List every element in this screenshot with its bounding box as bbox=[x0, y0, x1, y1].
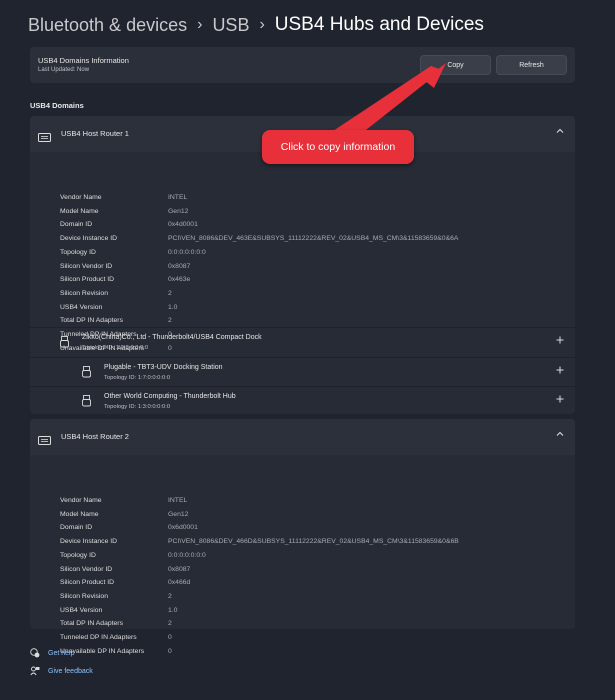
usb-device-icon bbox=[60, 335, 69, 353]
property-value: INTEL bbox=[168, 194, 188, 201]
property-value: PCI\VEN_8086&DEV_466D&SUBSYS_11112222&RE… bbox=[168, 538, 459, 546]
child-device-topology: Topology ID: 1:0:0:0:0:0:0 bbox=[82, 345, 149, 351]
help-icon bbox=[30, 648, 40, 658]
property-value: 0 bbox=[168, 647, 172, 655]
give-feedback-link[interactable]: Give feedback bbox=[30, 666, 93, 676]
child-device-row[interactable]: Other World Computing - Thunderbolt Hub T… bbox=[30, 386, 575, 415]
property-key: Topology ID bbox=[60, 248, 96, 256]
router-card: USB4 Host Router 2 Vendor Name INTEL Model… bbox=[30, 419, 575, 655]
breadcrumb: Bluetooth & devices › USB › USB4 Hubs an… bbox=[28, 14, 484, 36]
property-key: Silicon Revision bbox=[60, 592, 108, 600]
property-value: 1.0 bbox=[168, 606, 178, 614]
property-key: Model Name bbox=[60, 207, 99, 215]
property-value: 2 bbox=[168, 620, 172, 628]
property-key: Silicon Vendor ID bbox=[60, 565, 113, 573]
property-value: 0x463e bbox=[168, 276, 191, 284]
property-key: Domain ID bbox=[60, 221, 93, 229]
usb-device-icon bbox=[82, 365, 91, 383]
property-value: 0x6d0001 bbox=[168, 524, 198, 532]
breadcrumb-usb[interactable]: USB bbox=[212, 15, 249, 36]
router-header[interactable]: USB4 Host Router 2 bbox=[30, 419, 575, 455]
breadcrumb-separator: › bbox=[259, 16, 265, 33]
chevron-up-icon[interactable] bbox=[555, 126, 565, 139]
child-device-topology: Topology ID: 1:3:0:0:0:0:0 bbox=[104, 404, 171, 410]
property-value: 0x8087 bbox=[168, 565, 191, 573]
last-updated: Last Updated: Now bbox=[38, 67, 90, 73]
get-help-label: Get help bbox=[48, 649, 75, 657]
host-router-icon bbox=[38, 129, 51, 147]
child-device-name: Other World Computing - Thunderbolt Hub bbox=[104, 393, 236, 400]
property-key: USB4 Version bbox=[60, 303, 103, 311]
property-key: Domain ID bbox=[60, 524, 93, 532]
plus-icon[interactable] bbox=[555, 394, 565, 407]
property-value: 0:0:0:0:0:0:0 bbox=[168, 551, 206, 559]
domains-info-card: USB4 Domains Information Last Updated: N… bbox=[30, 47, 575, 83]
property-value: 2 bbox=[168, 289, 172, 297]
property-key: Model Name bbox=[60, 510, 99, 518]
usb-device-icon bbox=[82, 394, 91, 412]
child-device-name: Plugable - TBT3-UDV Docking Station bbox=[104, 364, 223, 371]
router-name: USB4 Host Router 1 bbox=[61, 129, 129, 138]
host-router-icon bbox=[38, 432, 51, 450]
info-title: USB4 Domains Information bbox=[38, 56, 129, 65]
property-key: Tunneled DP IN Adapters bbox=[60, 634, 137, 641]
property-key: Silicon Product ID bbox=[60, 276, 115, 284]
property-key: Silicon Vendor ID bbox=[60, 262, 113, 270]
section-label-usb4-domains: USB4 Domains bbox=[30, 101, 84, 110]
give-feedback-label: Give feedback bbox=[48, 667, 93, 675]
plus-icon[interactable] bbox=[555, 365, 565, 378]
property-value: 0x4d0001 bbox=[168, 221, 198, 229]
property-value: Gen12 bbox=[168, 510, 189, 518]
page-title: USB4 Hubs and Devices bbox=[274, 14, 484, 35]
chevron-up-icon[interactable] bbox=[555, 429, 565, 442]
property-key: Device Instance ID bbox=[60, 538, 118, 546]
property-value: 0x466d bbox=[168, 579, 191, 587]
property-value: 0 bbox=[168, 634, 172, 641]
child-device-row[interactable]: Zikko(China)Co., Ltd - Thunderbolt4/USB4… bbox=[30, 327, 575, 356]
plus-icon[interactable] bbox=[555, 335, 565, 348]
property-value: PCI\VEN_8086&DEV_463E&SUBSYS_11112222&RE… bbox=[168, 235, 459, 243]
property-key: Silicon Product ID bbox=[60, 579, 115, 587]
property-key: Silicon Revision bbox=[60, 289, 108, 297]
router-name: USB4 Host Router 2 bbox=[61, 432, 129, 441]
property-key: Vendor Name bbox=[60, 194, 102, 201]
property-value: 0x8087 bbox=[168, 262, 191, 270]
property-key: Total DP IN Adapters bbox=[60, 620, 123, 628]
child-device-topology: Topology ID: 1:7:0:0:0:0:0 bbox=[104, 375, 171, 381]
breadcrumb-separator: › bbox=[197, 16, 203, 33]
property-value: 0:0:0:0:0:0:0 bbox=[168, 248, 206, 256]
feedback-icon bbox=[30, 666, 40, 676]
property-value: 1.0 bbox=[168, 303, 178, 311]
property-value: 2 bbox=[168, 317, 172, 325]
property-key: USB4 Version bbox=[60, 606, 103, 614]
breadcrumb-bluetooth-devices[interactable]: Bluetooth & devices bbox=[28, 15, 187, 36]
property-key: Vendor Name bbox=[60, 497, 102, 504]
child-device-row[interactable]: Plugable - TBT3-UDV Docking Station Topol… bbox=[30, 357, 575, 386]
property-value: INTEL bbox=[168, 497, 188, 504]
property-key: Total DP IN Adapters bbox=[60, 317, 123, 325]
property-key: Device Instance ID bbox=[60, 235, 118, 243]
child-device-name: Zikko(China)Co., Ltd - Thunderbolt4/USB4… bbox=[82, 334, 262, 341]
property-value: 2 bbox=[168, 592, 172, 600]
property-key: Topology ID bbox=[60, 551, 96, 559]
copy-button[interactable]: Copy bbox=[420, 55, 491, 75]
refresh-button[interactable]: Refresh bbox=[496, 55, 567, 75]
property-value: Gen12 bbox=[168, 207, 189, 215]
copy-callout: Click to copy information bbox=[262, 130, 414, 164]
get-help-link[interactable]: Get help bbox=[30, 648, 74, 658]
